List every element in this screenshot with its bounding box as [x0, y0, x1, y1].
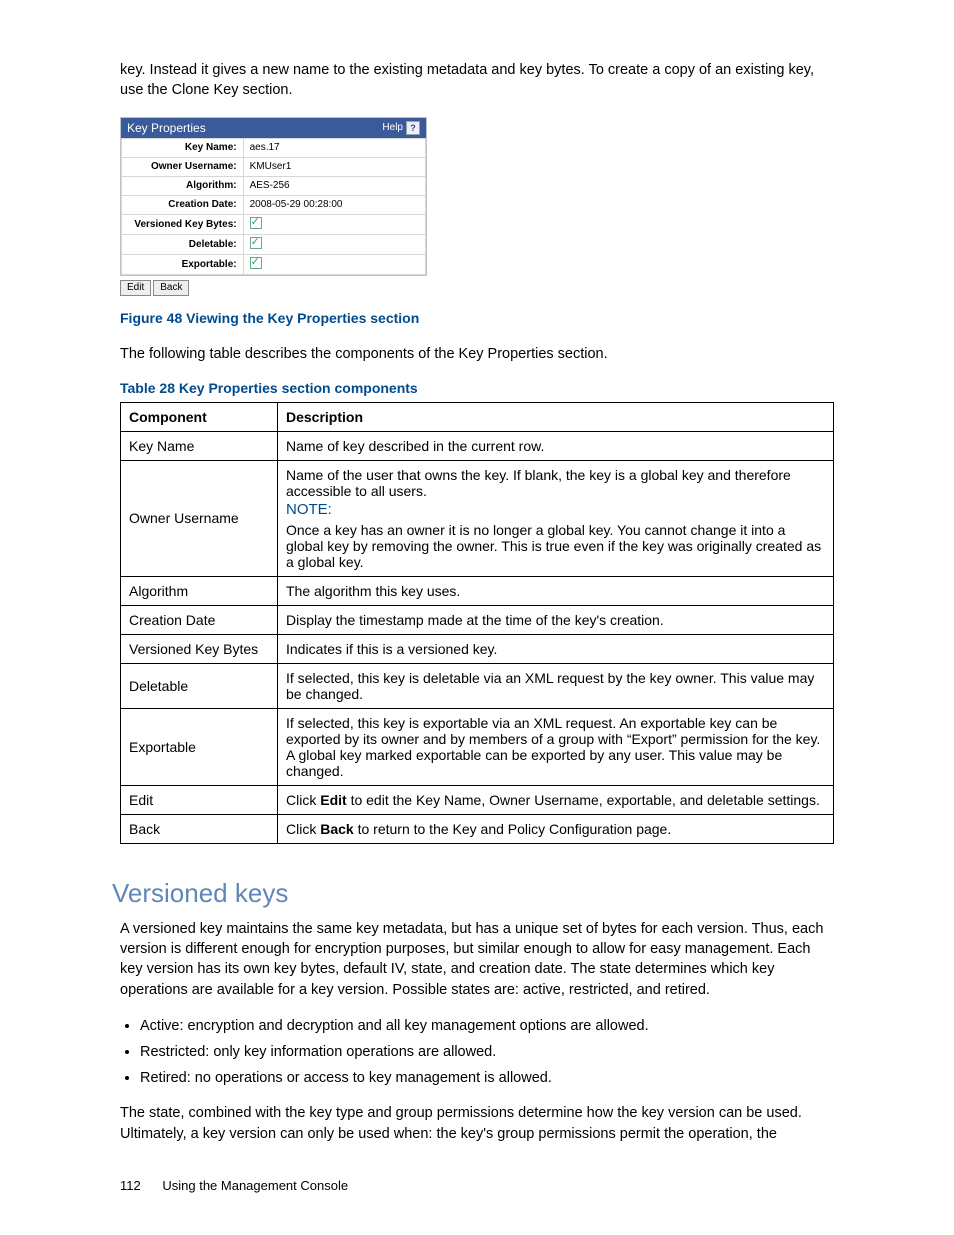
table-row: Key Name Name of key described in the cu… — [121, 431, 834, 460]
cell-description: Name of the user that owns the key. If b… — [278, 460, 834, 576]
intro-paragraph: key. Instead it gives a new name to the … — [120, 60, 834, 101]
components-table: Component Description Key Name Name of k… — [120, 402, 834, 844]
table-row: Owner Username Name of the user that own… — [121, 460, 834, 576]
kp-row-value: 2008-05-29 00:28:00 — [243, 195, 425, 214]
table-row: Edit Click Edit to edit the Key Name, Ow… — [121, 785, 834, 814]
checkbox-icon — [250, 217, 262, 229]
cell-component: Algorithm — [121, 576, 278, 605]
kp-row-label: Deletable: — [122, 234, 244, 254]
th-description: Description — [278, 402, 834, 431]
cell-component: Owner Username — [121, 460, 278, 576]
owner-desc-1: Name of the user that owns the key. If b… — [286, 467, 825, 499]
lead-sentence: The following table describes the compon… — [120, 344, 834, 364]
cell-description: Display the timestamp made at the time o… — [278, 605, 834, 634]
page-footer: 112 Using the Management Console — [120, 1178, 348, 1193]
kp-row-value: AES-256 — [243, 176, 425, 195]
kp-title: Key Properties — [127, 121, 206, 135]
cell-component: Versioned Key Bytes — [121, 634, 278, 663]
cell-component: Exportable — [121, 708, 278, 785]
versioned-keys-para2: The state, combined with the key type an… — [120, 1103, 834, 1144]
kp-row-value: aes.17 — [243, 138, 425, 157]
kp-row-value — [243, 254, 425, 274]
states-list: Active: encryption and decryption and al… — [140, 1016, 834, 1089]
table-row: Exportable If selected, this key is expo… — [121, 708, 834, 785]
cell-description: Indicates if this is a versioned key. — [278, 634, 834, 663]
kp-row-value — [243, 234, 425, 254]
cell-component: Key Name — [121, 431, 278, 460]
kp-body-table: Key Name:aes.17 Owner Username:KMUser1 A… — [121, 138, 426, 275]
kp-row-label: Algorithm: — [122, 176, 244, 195]
edit-button[interactable]: Edit — [120, 280, 151, 296]
table-row: Deletable If selected, this key is delet… — [121, 663, 834, 708]
owner-desc-2: Once a key has an owner it is no longer … — [286, 522, 825, 570]
cell-description: Click Back to return to the Key and Poli… — [278, 814, 834, 843]
table-row: Versioned Key Bytes Indicates if this is… — [121, 634, 834, 663]
table-caption: Table 28 Key Properties section componen… — [120, 380, 834, 396]
table-row: Back Click Back to return to the Key and… — [121, 814, 834, 843]
cell-component: Creation Date — [121, 605, 278, 634]
list-item: Active: encryption and decryption and al… — [140, 1016, 834, 1038]
help-link[interactable]: Help ? — [382, 121, 420, 135]
cell-description: If selected, this key is deletable via a… — [278, 663, 834, 708]
cell-description: The algorithm this key uses. — [278, 576, 834, 605]
list-item: Retired: no operations or access to key … — [140, 1068, 834, 1090]
versioned-keys-para1: A versioned key maintains the same key m… — [120, 919, 834, 1000]
help-label: Help — [382, 122, 403, 133]
kp-row-value: KMUser1 — [243, 157, 425, 176]
kp-row-label: Versioned Key Bytes: — [122, 214, 244, 234]
table-row: Creation Date Display the timestamp made… — [121, 605, 834, 634]
checkbox-icon — [250, 257, 262, 269]
cell-description: Name of key described in the current row… — [278, 431, 834, 460]
list-item: Restricted: only key information operati… — [140, 1042, 834, 1064]
th-component: Component — [121, 402, 278, 431]
cell-component: Back — [121, 814, 278, 843]
page-number: 112 — [120, 1178, 141, 1193]
cell-description: If selected, this key is exportable via … — [278, 708, 834, 785]
cell-component: Edit — [121, 785, 278, 814]
key-properties-panel: Key Properties Help ? Key Name:aes.17 Ow… — [120, 117, 427, 276]
help-icon: ? — [406, 121, 420, 135]
kp-row-value — [243, 214, 425, 234]
kp-row-label: Creation Date: — [122, 195, 244, 214]
kp-row-label: Owner Username: — [122, 157, 244, 176]
back-button[interactable]: Back — [153, 280, 189, 296]
note-label: NOTE: — [286, 501, 332, 518]
cell-description: Click Edit to edit the Key Name, Owner U… — [278, 785, 834, 814]
table-row: Algorithm The algorithm this key uses. — [121, 576, 834, 605]
kp-row-label: Exportable: — [122, 254, 244, 274]
section-heading-versioned-keys: Versioned keys — [112, 878, 834, 909]
kp-row-label: Key Name: — [122, 138, 244, 157]
checkbox-icon — [250, 237, 262, 249]
cell-component: Deletable — [121, 663, 278, 708]
figure-caption: Figure 48 Viewing the Key Properties sec… — [120, 310, 834, 326]
footer-section-title: Using the Management Console — [162, 1178, 348, 1193]
